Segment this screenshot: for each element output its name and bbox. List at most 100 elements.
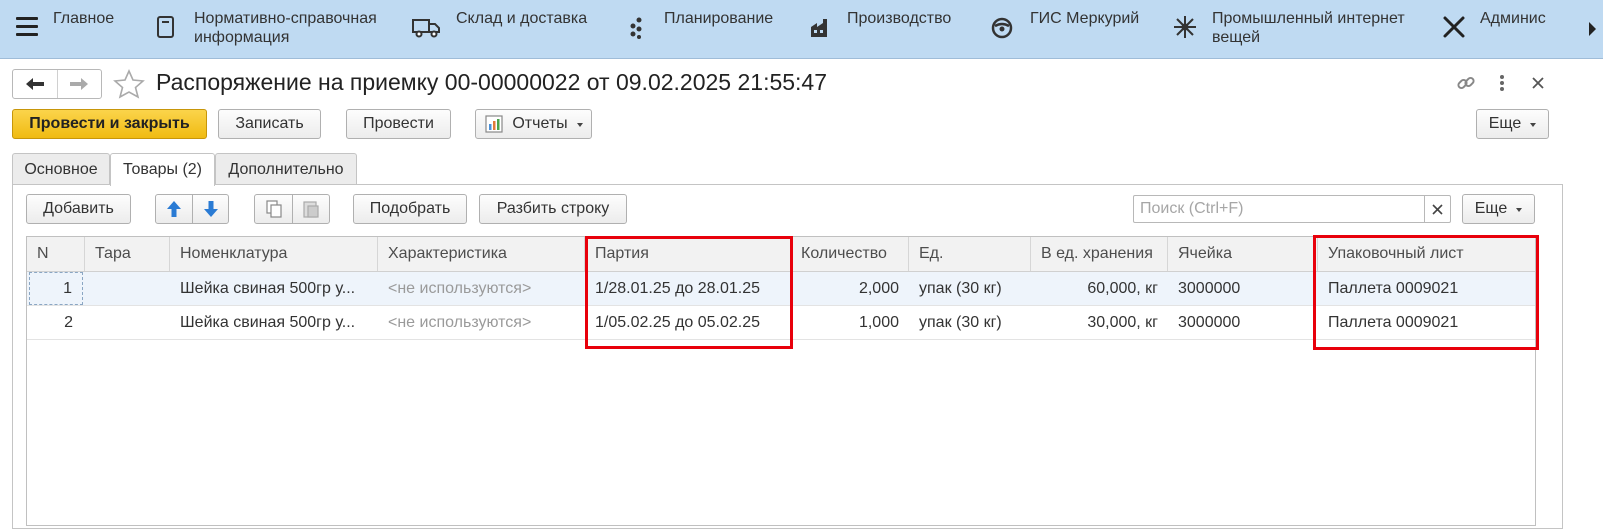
table-more-button[interactable]: Еще	[1462, 194, 1535, 224]
scroll-right-icon	[1589, 22, 1596, 36]
section-label: Нормативно-справочная информация	[194, 10, 377, 46]
column-header-characteristic[interactable]: Характеристика	[378, 237, 585, 271]
chevron-down-icon	[1530, 123, 1537, 127]
column-header-tara[interactable]: Тара	[85, 237, 170, 271]
column-header-item[interactable]: Номенклатура	[170, 237, 378, 271]
section-label: Планирование	[664, 10, 774, 27]
copy-icon	[265, 200, 282, 218]
tab-additional[interactable]: Дополнительно	[215, 153, 357, 185]
cell-storage-cell[interactable]: 3000000	[1168, 272, 1318, 305]
cell-tara[interactable]	[85, 272, 170, 305]
section-label: ГИС Меркурий	[1030, 10, 1140, 27]
column-header-quantity[interactable]: Количество	[791, 237, 909, 271]
cell-item[interactable]: Шейка свиная 500гр у...	[170, 306, 378, 339]
link-icon	[1457, 76, 1475, 90]
more-label: Еще	[1488, 115, 1522, 132]
section-iot[interactable]: Промышленный интернет вещей	[1171, 9, 1422, 47]
cell-quantity[interactable]: 1,000	[791, 306, 909, 339]
tab-goods[interactable]: Товары (2)	[110, 153, 215, 186]
column-header-n[interactable]: N	[27, 237, 85, 271]
section-warehouse[interactable]: Склад и доставка	[410, 9, 587, 41]
arrow-left-icon	[25, 78, 44, 90]
link-button[interactable]	[1454, 72, 1478, 94]
forward-button[interactable]	[56, 70, 102, 98]
post-and-close-button[interactable]: Провести и закрыть	[12, 109, 207, 139]
close-button[interactable]	[1528, 72, 1548, 94]
cell-batch[interactable]: 1/05.02.25 до 05.02.25	[585, 306, 791, 339]
section-reference[interactable]: Нормативно-справочная информация	[152, 9, 394, 47]
more-label: Еще	[1474, 200, 1508, 217]
favorite-star-icon[interactable]	[113, 69, 145, 99]
reports-button[interactable]: Отчеты	[475, 109, 592, 139]
column-header-cell[interactable]: Ячейка	[1168, 237, 1318, 271]
copy-row-button[interactable]	[254, 194, 293, 224]
truck-icon	[412, 19, 440, 38]
planning-dots-icon	[630, 17, 642, 39]
search-clear-button[interactable]	[1424, 195, 1451, 223]
section-mercury[interactable]: ГИС Меркурий	[988, 9, 1139, 41]
column-header-storage-units[interactable]: В ед. хранения	[1031, 237, 1168, 271]
section-production[interactable]: Производство	[807, 9, 951, 41]
move-down-button[interactable]	[192, 194, 229, 224]
goods-table[interactable]: N Тара Номенклатура Характеристика Парти…	[26, 236, 1536, 526]
section-label: Админис	[1480, 10, 1546, 27]
cell-unit[interactable]: упак (30 кг)	[909, 306, 1031, 339]
page-title: Распоряжение на приемку 00-00000022 от 0…	[156, 69, 828, 95]
move-up-button[interactable]	[155, 194, 193, 224]
cell-storage-units[interactable]: 60,000, кг	[1031, 272, 1168, 305]
chevron-down-icon	[576, 123, 583, 127]
add-button[interactable]: Добавить	[26, 194, 131, 224]
cell-packing-list[interactable]: Паллета 0009021	[1318, 306, 1535, 339]
cell-n[interactable]: 2	[29, 306, 83, 339]
section-label: Главное	[53, 10, 115, 27]
mercury-icon	[991, 17, 1013, 39]
sections-panel: Главное Нормативно-справочная информация…	[0, 0, 1603, 59]
section-label: Промышленный интернет вещей	[1212, 10, 1405, 46]
split-row-button[interactable]: Разбить строку	[479, 194, 627, 224]
cell-characteristic[interactable]: <не используются>	[378, 272, 585, 305]
cell-batch[interactable]: 1/28.01.25 до 28.01.25	[585, 272, 791, 305]
chevron-down-icon	[1516, 208, 1523, 212]
table-row[interactable]: 2 Шейка свиная 500гр у... <не используют…	[27, 306, 1535, 340]
cell-quantity[interactable]: 2,000	[791, 272, 909, 305]
table-row[interactable]: 1 Шейка свиная 500гр у... <не используют…	[27, 272, 1535, 306]
cell-unit[interactable]: упак (30 кг)	[909, 272, 1031, 305]
pick-button[interactable]: Подобрать	[353, 194, 467, 224]
post-button[interactable]: Провести	[346, 109, 451, 139]
cell-packing-list[interactable]: Паллета 0009021	[1318, 272, 1535, 305]
reference-book-icon	[157, 16, 174, 38]
cell-n[interactable]: 1	[29, 272, 83, 305]
close-icon	[1532, 77, 1544, 89]
reports-label: Отчеты	[512, 115, 568, 132]
column-header-unit[interactable]: Ед.	[909, 237, 1031, 271]
section-planning[interactable]: Планирование	[624, 9, 773, 41]
paste-row-button[interactable]	[292, 194, 330, 224]
scroll-right-button[interactable]	[1581, 0, 1603, 58]
menu-icon[interactable]	[16, 17, 38, 37]
search-input[interactable]	[1133, 195, 1425, 223]
arrow-up-icon	[167, 201, 181, 217]
section-label: Склад и доставка	[456, 10, 588, 27]
section-main[interactable]: Главное	[53, 9, 114, 28]
column-header-batch[interactable]: Партия	[585, 237, 791, 271]
iot-network-icon	[1174, 16, 1196, 38]
more-actions-button[interactable]	[1492, 72, 1512, 94]
cell-storage-units[interactable]: 30,000, кг	[1031, 306, 1168, 339]
arrow-down-icon	[203, 201, 218, 217]
column-header-packing-list[interactable]: Упаковочный лист	[1318, 237, 1535, 271]
wrench-icon	[1443, 16, 1465, 38]
back-button[interactable]	[13, 70, 57, 98]
cell-item[interactable]: Шейка свиная 500гр у...	[170, 272, 378, 305]
kebab-menu-icon	[1500, 75, 1504, 91]
cell-tara[interactable]	[85, 306, 170, 339]
arrow-right-icon	[70, 78, 89, 90]
section-label: Производство	[847, 10, 952, 27]
more-button[interactable]: Еще	[1476, 109, 1549, 139]
section-admin[interactable]: Админис	[1440, 9, 1546, 41]
tab-main[interactable]: Основное	[12, 153, 110, 185]
reports-icon	[485, 115, 503, 133]
cell-characteristic[interactable]: <не используются>	[378, 306, 585, 339]
paste-icon	[303, 201, 319, 218]
cell-storage-cell[interactable]: 3000000	[1168, 306, 1318, 339]
save-button[interactable]: Записать	[218, 109, 321, 139]
